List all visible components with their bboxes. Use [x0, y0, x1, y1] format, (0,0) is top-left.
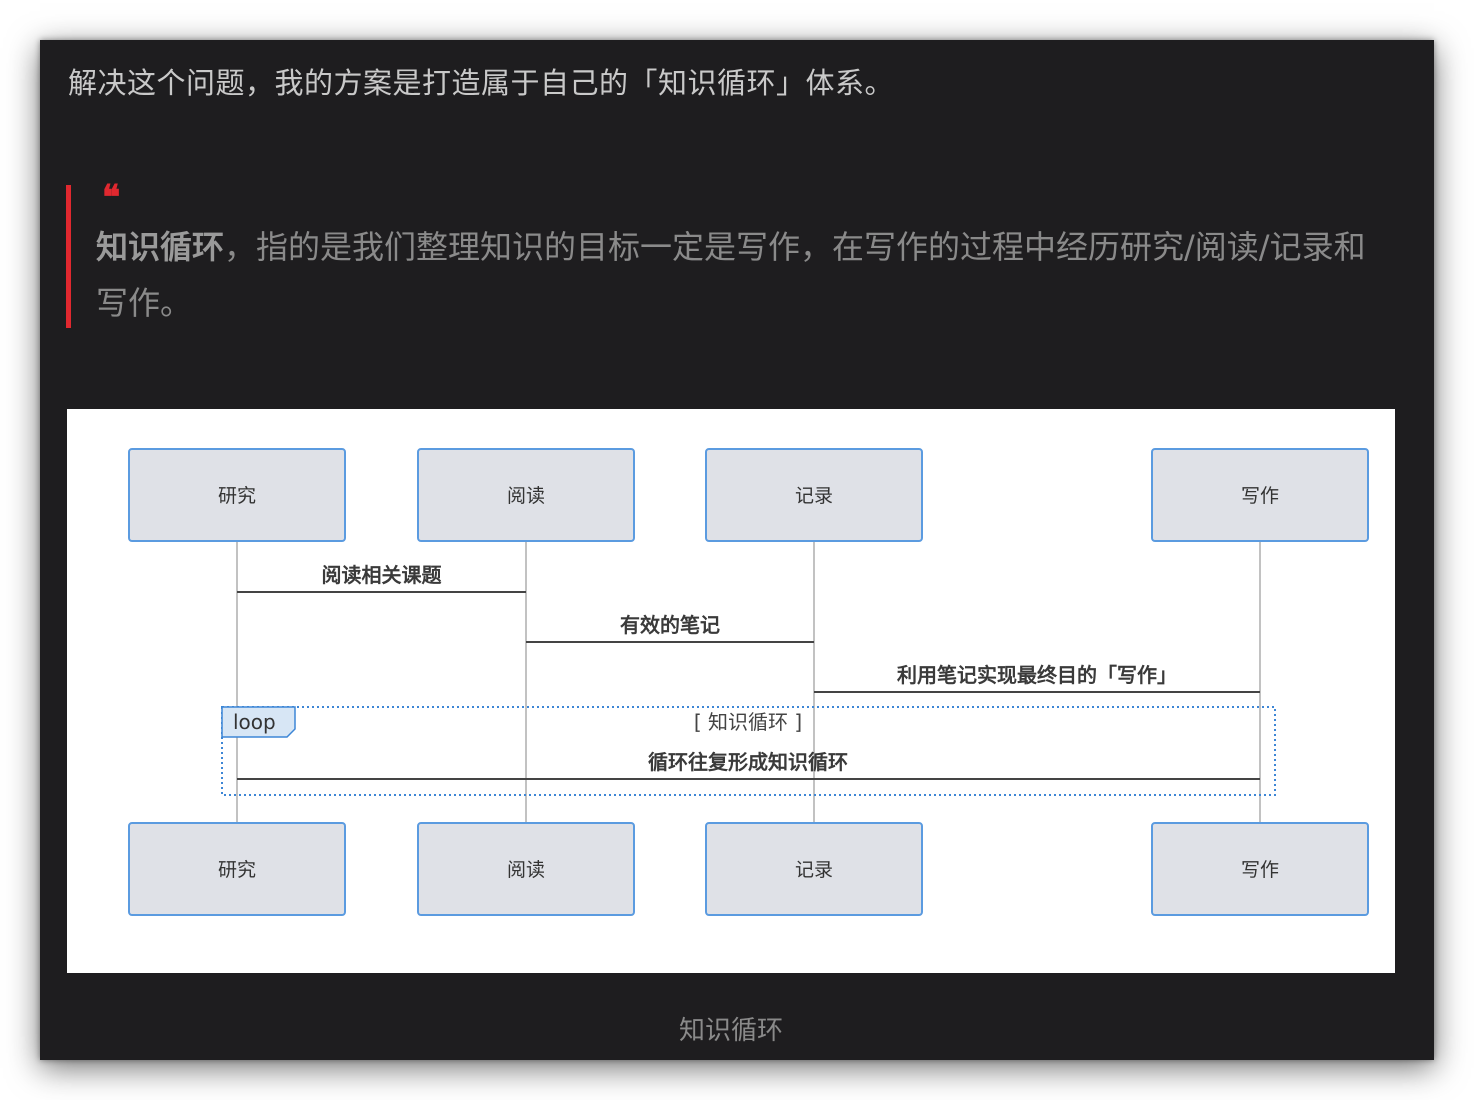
participant-label-bottom-write: 写作: [1241, 859, 1279, 881]
figure-caption: 知识循环: [678, 1016, 783, 1046]
loop-condition: [ 知识循环 ]: [694, 710, 802, 734]
loop-message-label: 循环往复形成知识循环: [648, 750, 848, 774]
quote-body: ，指的是我们整理知识的目标一定是写作，在写作的过程中经历研究/阅读/记录和写作。: [96, 228, 1366, 322]
message-label: 阅读相关课题: [322, 563, 443, 587]
article-window: 解决这个问题，我的方案是打造属于自己的「知识循环」体系。 ❝ 知识循环，指的是我…: [40, 40, 1434, 1060]
participant-label-top-write: 写作: [1241, 485, 1279, 507]
message-label: 利用笔记实现最终目的「写作」: [897, 663, 1177, 687]
lead-paragraph: 解决这个问题，我的方案是打造属于自己的「知识循环」体系。: [68, 66, 895, 100]
quote-mark-icon: ❝: [102, 178, 121, 218]
loop-tag: loop: [233, 710, 276, 734]
participant-label-top-record: 记录: [795, 485, 833, 507]
quote-text: 知识循环，指的是我们整理知识的目标一定是写作，在写作的过程中经历研究/阅读/记录…: [96, 219, 1371, 331]
participant-label-bottom-record: 记录: [795, 859, 833, 881]
participant-label-bottom-read: 阅读: [507, 859, 545, 881]
sequence-diagram: 研究 研究 阅读 阅读 记录 记录 写作 写作 阅读相关课题 有效的笔记 利用笔记实现最终目的「写…: [67, 409, 1395, 973]
participant-label-bottom-research: 研究: [218, 859, 256, 881]
blockquote: ❝ 知识循环，指的是我们整理知识的目标一定是写作，在写作的过程中经历研究/阅读/…: [66, 181, 1391, 331]
participant-label-top-research: 研究: [218, 485, 256, 507]
quote-term: 知识循环: [96, 228, 225, 266]
participant-label-top-read: 阅读: [507, 485, 545, 507]
message-label: 有效的笔记: [620, 613, 720, 637]
